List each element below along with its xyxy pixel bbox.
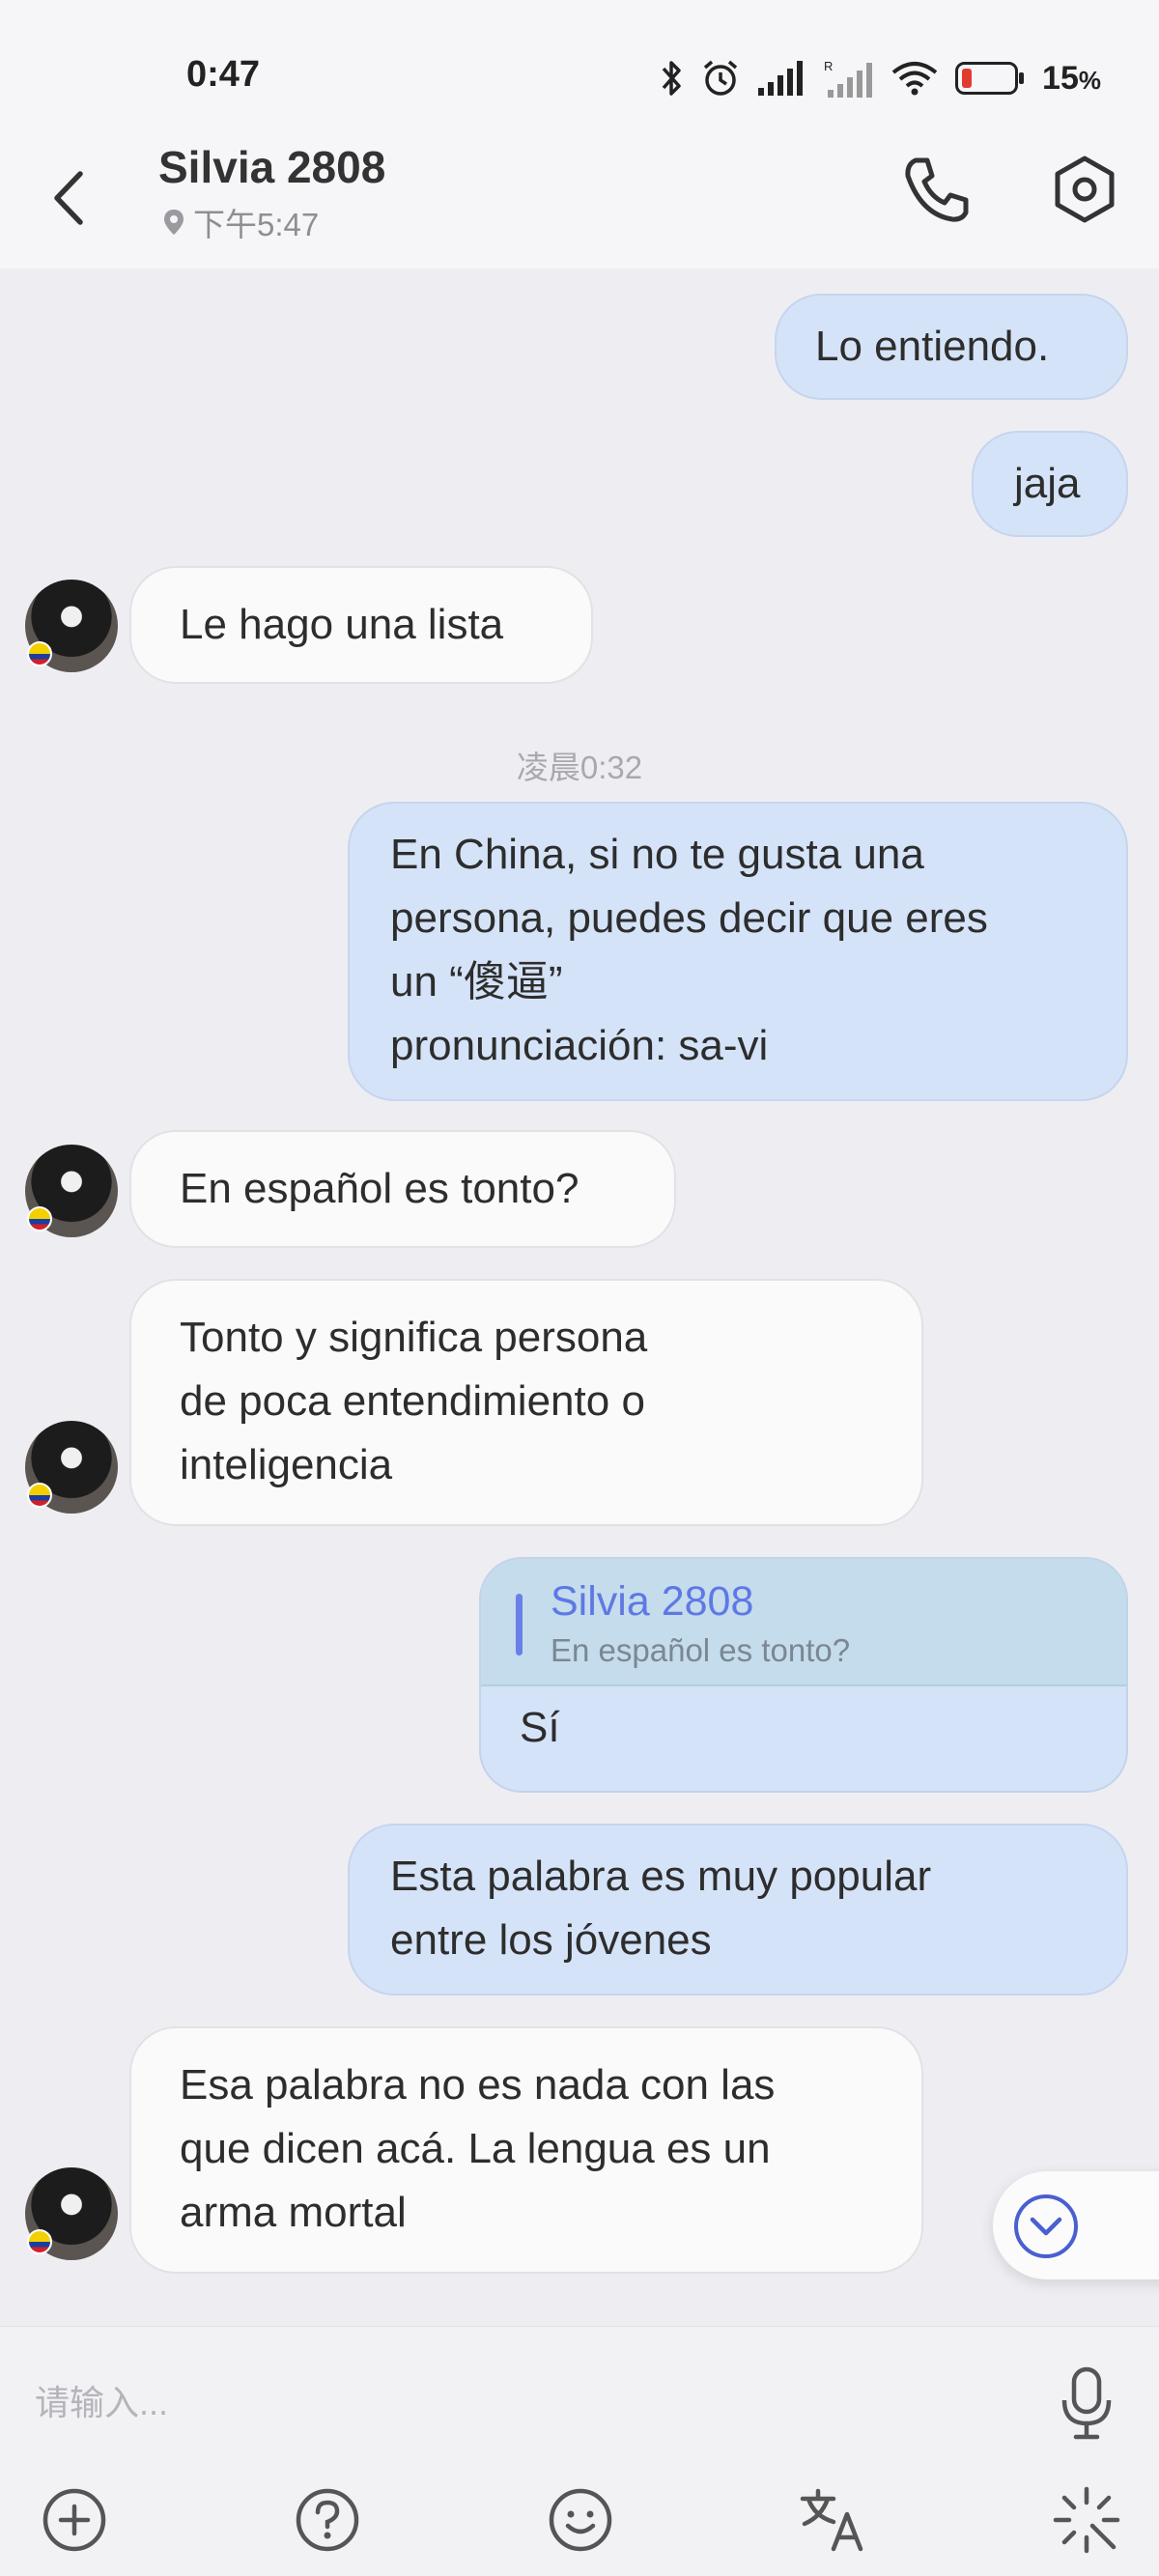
bluetooth-icon <box>662 61 681 96</box>
quoted-sender: Silvia 2808 <box>551 1578 754 1625</box>
add-icon <box>42 2488 106 2552</box>
status-bar: 0:47 R 15% <box>0 0 1159 145</box>
local-time-text: 下午5:47 <box>193 207 320 242</box>
settings-icon <box>1055 156 1115 223</box>
add-button[interactable] <box>36 2481 113 2559</box>
svg-text:R: R <box>824 59 833 73</box>
help-button[interactable] <box>289 2481 366 2559</box>
flag-colombia-icon <box>27 1206 52 1231</box>
emoji-icon <box>549 2488 612 2552</box>
avatar[interactable] <box>25 580 118 672</box>
back-button[interactable] <box>43 164 92 232</box>
contact-name[interactable]: Silvia 2808 <box>158 141 385 193</box>
composer-toolbar <box>0 2472 1159 2568</box>
call-button[interactable] <box>902 155 972 224</box>
quoted-text: En español es tonto? <box>551 1632 851 1668</box>
message-input[interactable]: 请输入... <box>35 2369 1001 2437</box>
emoji-button[interactable] <box>542 2481 619 2559</box>
translate-button[interactable] <box>795 2481 872 2559</box>
timestamp: 凌晨0:32 <box>516 750 643 785</box>
message-outgoing[interactable]: jaja <box>972 431 1128 537</box>
message-incoming[interactable]: Le hago una lista <box>129 566 593 684</box>
message-outgoing[interactable]: Lo entiendo. <box>775 294 1128 400</box>
message-outgoing-reply[interactable]: Silvia 2808 En español es tonto? Sí <box>479 1557 1128 1793</box>
flag-colombia-icon <box>27 1483 52 1508</box>
avatar[interactable] <box>25 1421 118 1514</box>
message-incoming[interactable]: En español es tonto? <box>129 1130 676 1248</box>
status-time: 0:47 <box>186 54 261 95</box>
magic-icon <box>1053 2486 1120 2554</box>
message-incoming[interactable]: Tonto y significa persona de poca entend… <box>129 1279 923 1526</box>
message-list[interactable]: Lo entiendo. jaja Le hago una lista 凌晨0:… <box>0 269 1159 2326</box>
avatar[interactable] <box>25 2167 118 2260</box>
wifi-icon <box>891 62 938 96</box>
signal-roaming-icon: R <box>824 59 873 98</box>
settings-button[interactable] <box>1050 155 1119 224</box>
status-icons: R 15% <box>660 58 1101 99</box>
location-pin-icon <box>164 210 184 235</box>
message-outgoing[interactable]: En China, si no te gusta una persona, pu… <box>348 802 1128 1101</box>
magic-button[interactable] <box>1048 2481 1125 2559</box>
flag-colombia-icon <box>27 641 52 666</box>
microphone-icon <box>1061 2366 1112 2440</box>
message-outgoing[interactable]: Esta palabra es muy popular entre los jó… <box>348 1824 1128 1996</box>
alarm-icon <box>703 60 738 96</box>
phone-icon <box>905 157 969 222</box>
scroll-to-bottom-button[interactable] <box>993 2171 1159 2279</box>
signal-icon <box>758 61 804 96</box>
flag-colombia-icon <box>27 2229 52 2254</box>
battery-percent: 15% <box>1042 59 1101 97</box>
quote-bar <box>516 1594 523 1656</box>
contact-local-time: 下午5:47 <box>162 199 319 245</box>
battery-low-icon <box>955 62 1025 95</box>
avatar[interactable] <box>25 1145 118 1237</box>
help-icon <box>296 2488 359 2552</box>
reply-text: Sí <box>520 1704 560 1751</box>
quoted-message[interactable]: Silvia 2808 En español es tonto? <box>481 1559 1126 1686</box>
chat-header: Silvia 2808 下午5:47 <box>0 126 1159 269</box>
translate-icon <box>800 2488 863 2552</box>
chevron-down-icon <box>1014 2194 1078 2258</box>
voice-button[interactable] <box>1053 2365 1120 2443</box>
message-incoming[interactable]: Esa palabra no es nada con las que dicen… <box>129 2026 923 2274</box>
composer: 请输入... <box>0 2326 1159 2576</box>
back-icon <box>54 171 83 225</box>
